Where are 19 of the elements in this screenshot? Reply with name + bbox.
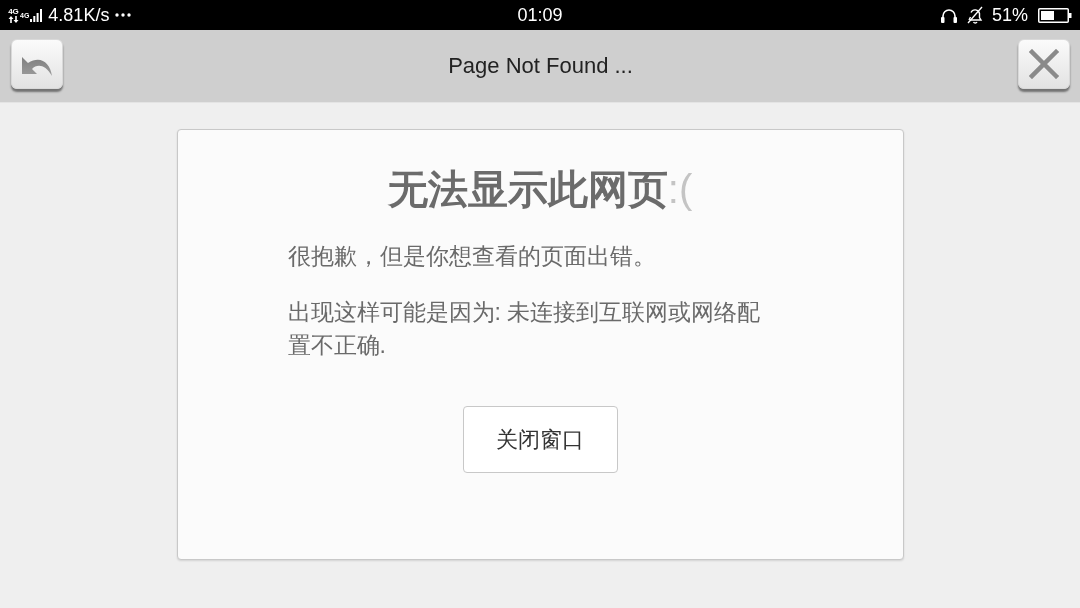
close-button[interactable]	[1018, 39, 1070, 89]
battery-percent: 51%	[991, 4, 1028, 26]
sad-emoticon: :(	[667, 166, 693, 213]
error-message: 很抱歉，但是你想查看的页面出错。	[287, 242, 657, 271]
error-reason: 出现这样可能是因为: 未连接到互联网或网络配置不正确.	[287, 298, 762, 360]
bell-muted-icon	[965, 6, 984, 24]
network-speed: 4.81K/s	[48, 4, 110, 26]
page-title: Page Not Found ...	[448, 53, 633, 79]
headset-icon	[939, 6, 958, 24]
data-arrows-icon	[8, 16, 19, 23]
close-icon	[1029, 49, 1059, 79]
back-button[interactable]	[11, 39, 63, 89]
battery-icon	[1038, 7, 1072, 23]
network-type-label: 4G	[8, 7, 19, 16]
more-dots-icon	[115, 13, 132, 17]
clock-time: 01:09	[517, 4, 563, 25]
close-window-button[interactable]: 关闭窗口	[462, 406, 618, 473]
error-title: 无法显示此网页	[387, 166, 668, 213]
signal-bars-icon	[30, 8, 43, 22]
